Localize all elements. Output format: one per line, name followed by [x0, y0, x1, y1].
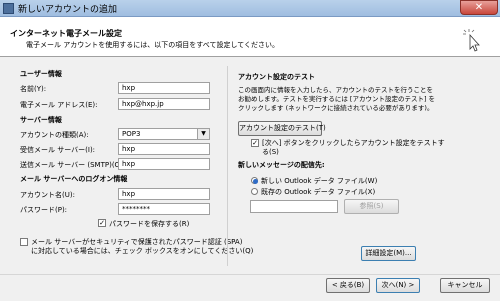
email-label: 電子メール アドレス(E):	[20, 101, 98, 109]
column-divider	[227, 66, 228, 266]
account-type-value: POP3	[122, 130, 141, 138]
test-description-line3: クリックします (ネットワークに接続されている必要があります)。	[238, 104, 434, 112]
incoming-server-input[interactable]: hxp	[118, 143, 210, 155]
delivery-heading: 新しいメッセージの配信先:	[238, 161, 325, 169]
name-label: 名前(Y):	[20, 85, 47, 93]
password-label: パスワード(P):	[20, 206, 68, 214]
pointer-sparkle-icon	[463, 29, 480, 52]
remember-password-checkbox[interactable]: ✓	[98, 219, 106, 227]
new-datafile-label: 新しい Outlook データ ファイル(W)	[261, 177, 378, 185]
incoming-server-label: 受信メール サーバー(I):	[20, 146, 96, 154]
outgoing-server-input[interactable]: hxp	[118, 158, 210, 170]
account-type-label: アカウントの種類(A):	[20, 131, 89, 139]
test-account-button[interactable]: アカウント設定のテスト(T)	[238, 121, 326, 136]
close-button[interactable]: ✕	[460, 0, 498, 15]
next-button[interactable]: 次へ(N) >	[376, 278, 420, 293]
account-name-label: アカウント名(U):	[20, 191, 75, 199]
new-datafile-radio[interactable]	[251, 177, 258, 184]
browse-button[interactable]: 参照(S)	[344, 199, 399, 214]
email-input[interactable]: hxp@hxp.jp	[118, 98, 210, 110]
existing-datafile-label: 既存の Outlook データ ファイル(X)	[261, 188, 376, 196]
footer-bar	[0, 274, 500, 301]
auto-test-label-line2: る(S)	[262, 148, 279, 156]
password-input[interactable]: ********	[118, 203, 210, 215]
spa-checkbox[interactable]	[20, 238, 28, 246]
more-settings-button[interactable]: 詳細設定(M)...	[361, 246, 416, 261]
name-input[interactable]: hxp	[118, 82, 210, 94]
existing-datafile-radio[interactable]	[251, 188, 258, 195]
outgoing-server-label: 送信メール サーバー (SMTP)(O):	[20, 161, 126, 169]
page-title: インターネット電子メール設定	[10, 29, 122, 38]
auto-test-checkbox[interactable]: ✓	[251, 139, 259, 147]
account-name-input[interactable]: hxp	[118, 188, 210, 200]
test-heading: アカウント設定のテスト	[238, 73, 315, 81]
user-info-heading: ユーザー情報	[20, 70, 62, 78]
test-description-line2: お勧めします。テストを実行するには [アカウント設定のテスト] を	[238, 95, 436, 103]
test-description-line1: この画面内に情報を入力したら、アカウントのテストを行うことを	[238, 86, 433, 94]
auto-test-label-line1: [次へ] ボタンをクリックしたらアカウント設定をテストす	[262, 139, 445, 147]
chevron-down-icon[interactable]: ▼	[197, 129, 209, 139]
back-button[interactable]: < 戻る(B)	[326, 278, 370, 293]
login-info-heading: メール サーバーへのログオン情報	[20, 175, 128, 183]
datafile-path-input[interactable]	[250, 200, 338, 213]
account-type-select[interactable]: POP3 ▼	[118, 128, 210, 140]
cancel-button[interactable]: キャンセル	[440, 278, 490, 293]
app-icon	[3, 3, 14, 14]
remember-password-label: パスワードを保存する(R)	[109, 220, 190, 228]
server-info-heading: サーバー情報	[20, 116, 62, 124]
page-subtitle: 電子メール アカウントを使用するには、以下の項目をすべて設定してください。	[26, 41, 280, 49]
window-title: 新しいアカウントの追加	[18, 5, 118, 15]
spa-label-line2: に対応している場合には、チェック ボックスをオンにしてください(Q)	[31, 247, 254, 255]
